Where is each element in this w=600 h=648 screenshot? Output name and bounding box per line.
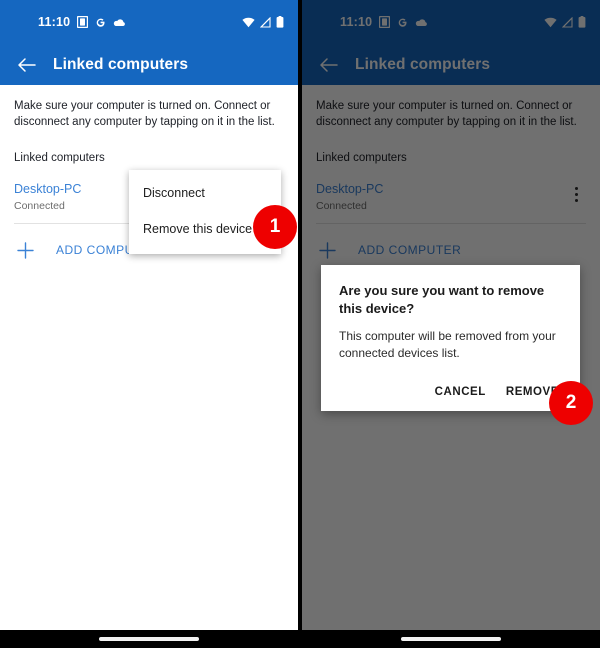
status-bar-clock: 11:10: [38, 14, 71, 29]
back-button[interactable]: [12, 51, 40, 79]
phone-panel-step-1: 11:10 Linked computers Make sure your co…: [0, 0, 298, 648]
page-title: Linked computers: [53, 55, 189, 73]
dialog-actions: CANCEL REMOVE: [339, 382, 562, 402]
battery-icon: [276, 16, 284, 28]
system-navigation-bar: [0, 630, 298, 648]
app-bar: Linked computers: [0, 44, 298, 85]
phone-panel-step-2: 11:10: [302, 0, 600, 648]
gesture-pill[interactable]: [99, 637, 199, 641]
wifi-icon: [242, 17, 255, 28]
device-sync-icon: [77, 16, 89, 28]
intro-text: Make sure your computer is turned on. Co…: [14, 100, 275, 129]
step-badge-2: 2: [549, 381, 593, 425]
cloud-icon: [113, 18, 126, 27]
screenshot-root: 11:10 Linked computers Make sure your co…: [0, 0, 600, 648]
system-navigation-bar: [302, 630, 600, 648]
menu-item-disconnect[interactable]: Disconnect: [129, 176, 281, 212]
cancel-button[interactable]: CANCEL: [433, 382, 488, 402]
confirm-remove-dialog: Are you sure you want to remove this dev…: [321, 265, 580, 411]
status-bar: 11:10: [0, 0, 298, 44]
settings-content: Make sure your computer is turned on. Co…: [0, 85, 298, 630]
section-label-linked-computers: Linked computers: [14, 151, 105, 164]
panel-divider: [298, 0, 302, 648]
step-badge-1: 1: [253, 205, 297, 249]
status-bar-left-group: 11:10: [38, 16, 126, 29]
cellular-signal-off-icon: [260, 16, 271, 28]
dialog-message: This computer will be removed from your …: [339, 328, 556, 360]
gesture-pill[interactable]: [401, 637, 501, 641]
dialog-title: Are you sure you want to remove this dev…: [339, 283, 545, 316]
arrow-back-icon: [17, 57, 36, 73]
status-bar-right-group: [242, 16, 284, 28]
google-g-icon: [95, 17, 106, 28]
plus-icon: [14, 239, 36, 261]
